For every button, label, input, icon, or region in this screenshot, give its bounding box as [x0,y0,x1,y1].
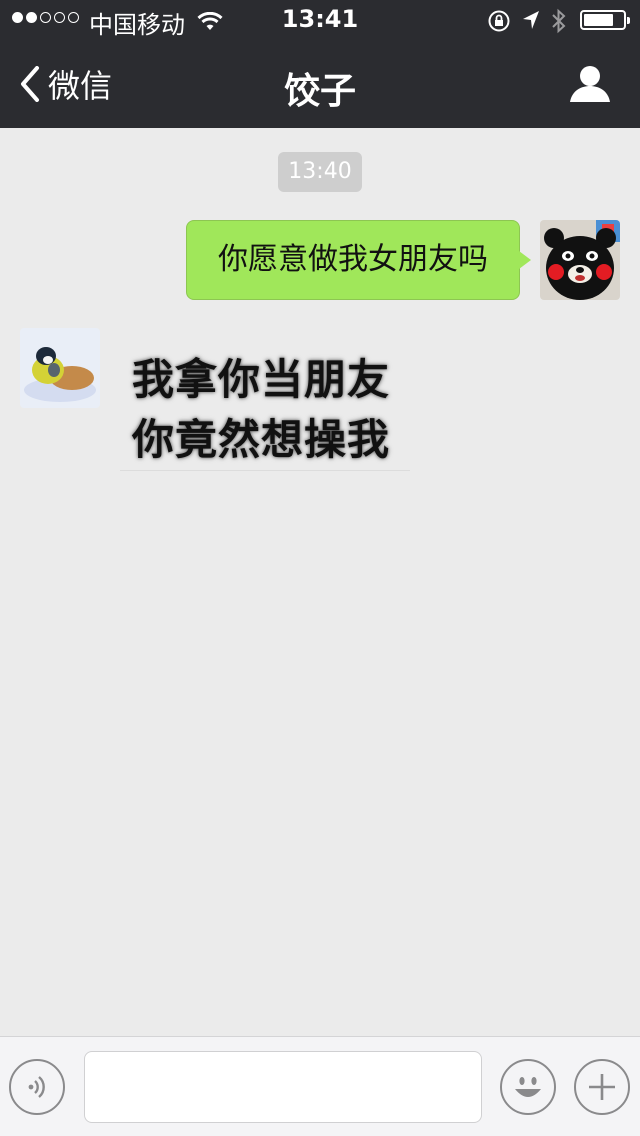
bluetooth-icon [550,8,568,40]
profile-button[interactable] [568,64,612,108]
bird-avatar[interactable] [20,328,100,408]
sticker-text-line: 你竟然想操我 [132,415,391,464]
message-timestamp: 13:40 [278,152,362,192]
input-bar [0,1036,640,1136]
sticker-message[interactable]: 我拿你当朋友 你竟然想操我 [120,332,410,472]
plus-icon [589,1074,615,1100]
sticker-text-line: 我拿你当朋友 [132,355,391,404]
rotation-lock-icon [487,9,511,39]
more-button[interactable] [574,1059,630,1115]
person-icon [570,66,610,102]
location-arrow-icon [521,9,541,37]
battery-icon [580,10,630,30]
kumamon-bear-avatar[interactable] [540,220,620,300]
navigation-bar: 微信 饺子 [0,40,640,128]
chat-title: 饺子 [283,71,356,112]
clock: 13:41 [281,5,359,33]
voice-button[interactable] [9,1059,65,1115]
voice-icon [28,1076,45,1098]
battery-level [584,14,613,26]
status-bar: 中国移动 13:41 [0,0,640,40]
message-input[interactable] [84,1051,482,1123]
sent-message-bubble[interactable]: 你愿意做我女朋友吗 [186,220,531,300]
top-bar: 中国移动 13:41 微信 饺子 [0,0,640,128]
emoji-icon [515,1077,541,1097]
divider [120,470,410,471]
emoji-button[interactable] [500,1059,556,1115]
